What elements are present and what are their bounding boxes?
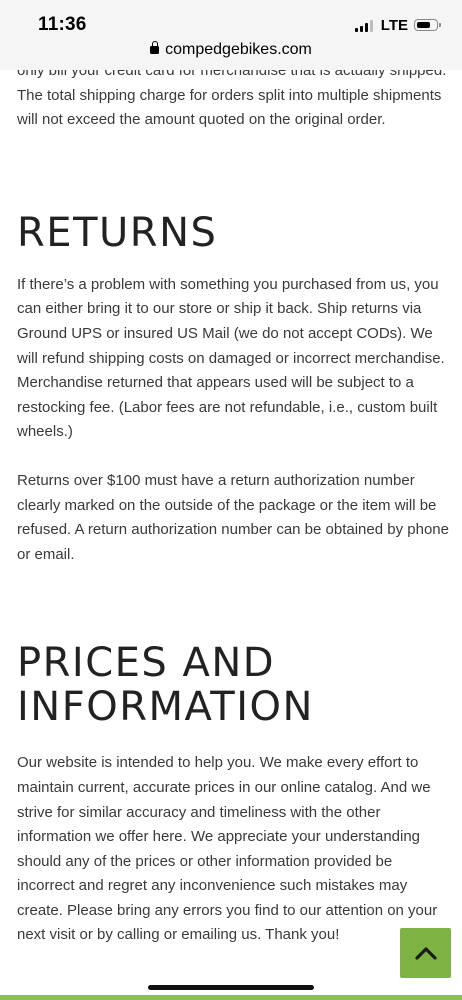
returns-heading: RETURNS — [17, 209, 218, 256]
browser-chrome: 11:36 LTE compedgebikes.com — [0, 0, 462, 70]
status-time: 11:36 — [38, 14, 87, 35]
page-content: only bill your credit card for merchandi… — [17, 59, 449, 948]
returns-paragraph-2: Returns over $100 must have a return aut… — [17, 471, 449, 563]
shipping-policy-paragraph: only bill your credit card for merchandi… — [17, 62, 447, 129]
scroll-to-top-button[interactable] — [400, 928, 451, 978]
prices-paragraph: Our website is intended to help you. We … — [17, 754, 438, 944]
prices-heading: PRICES AND INFORMATION — [17, 640, 314, 731]
home-indicator[interactable] — [148, 985, 314, 990]
status-indicators: LTE — [354, 16, 441, 34]
battery-icon — [414, 19, 441, 31]
url-text: compedgebikes.com — [165, 41, 312, 58]
address-bar[interactable]: compedgebikes.com — [0, 41, 462, 59]
battery-level — [416, 21, 430, 28]
footer-accent-strip — [0, 995, 462, 1000]
cellular-signal-icon — [354, 19, 375, 32]
lock-icon — [150, 41, 160, 54]
returns-paragraph-1: If there’s a problem with something you … — [17, 275, 445, 441]
chevron-up-icon — [414, 947, 437, 960]
network-type: LTE — [380, 16, 408, 34]
